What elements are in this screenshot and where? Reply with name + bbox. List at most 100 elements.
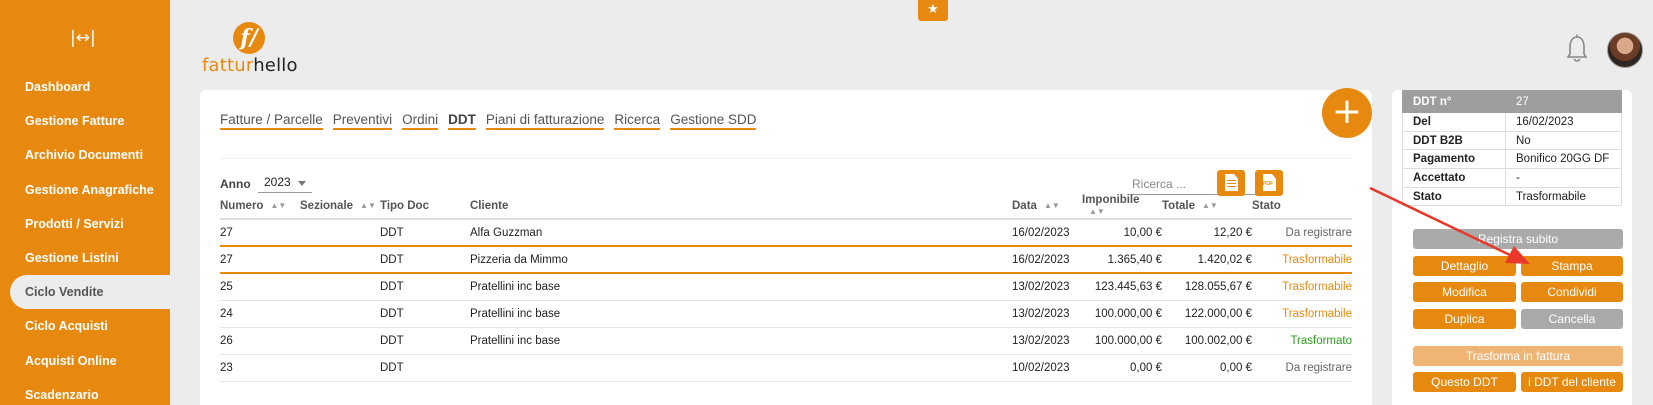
table-row[interactable]: 25 DDT Pratellini inc base 13/02/2023 12…: [220, 273, 1352, 301]
table-row[interactable]: 23 DDT 10/02/2023 0,00 € 0,00 € Da regis…: [220, 354, 1352, 382]
cell-sezionale: [300, 300, 380, 328]
dettaglio-button[interactable]: Dettaglio: [1413, 256, 1516, 276]
doc-tabs: Fatture / Parcelle Preventivi Ordini DDT…: [220, 112, 766, 130]
tab-ordini[interactable]: Ordini: [402, 112, 439, 130]
table-row[interactable]: 27 DDT Alfa Guzzman 16/02/2023 10,00 € 1…: [220, 219, 1352, 247]
sidebar-item-ciclo-vendite[interactable]: Ciclo Vendite: [10, 275, 170, 310]
cell-sezionale: [300, 327, 380, 355]
tab-piani-fatturazione[interactable]: Piani di fatturazione: [485, 112, 605, 130]
sidebar-item-archivio-documenti[interactable]: Archivio Documenti: [0, 138, 170, 172]
cell-numero: 26: [220, 327, 300, 355]
tab-fatture-parcelle[interactable]: Fatture / Parcelle: [220, 112, 323, 130]
ddt-table: Numero ▲▼ Sezionale ▲▼ Tipo Doc Cliente Da…: [220, 194, 1352, 382]
sort-icon: ▲▼: [270, 201, 287, 211]
questo-ddt-button[interactable]: Questo DDT: [1413, 372, 1516, 392]
col-imponibile-label: Imponibile: [1082, 194, 1140, 206]
cell-tipo: DDT: [380, 300, 470, 328]
detail-row: Pagamento Bonifico 20GG DF: [1402, 149, 1622, 170]
cell-cliente: [470, 354, 1012, 382]
detail-key: DDT n°: [1402, 90, 1506, 113]
brand-name-part-b: hello: [253, 55, 298, 76]
cell-totale: 100.002,00 €: [1162, 327, 1252, 355]
export-spreadsheet-button[interactable]: [1217, 170, 1245, 196]
notification-bell-icon[interactable]: [1566, 34, 1588, 64]
cell-totale: 12,20 €: [1162, 219, 1252, 247]
table-row-selected[interactable]: 27 DDT Pizzeria da Mimmo 16/02/2023 1.36…: [220, 245, 1352, 274]
cell-totale: 0,00 €: [1162, 354, 1252, 382]
pdf-icon-label: PDF: [1263, 181, 1273, 187]
modifica-button[interactable]: Modifica: [1413, 282, 1516, 302]
col-totale[interactable]: Totale ▲▼: [1162, 194, 1252, 220]
sidebar-item-acquisti-online[interactable]: Acquisti Online: [0, 344, 170, 378]
tab-ricerca[interactable]: Ricerca: [614, 112, 661, 130]
cell-tipo: DDT: [380, 273, 470, 301]
cell-tipo: DDT: [380, 354, 470, 382]
cell-totale: 122.000,00 €: [1162, 300, 1252, 328]
cell-imponibile: 0,00 €: [1082, 354, 1162, 382]
stampa-button[interactable]: Stampa: [1521, 256, 1623, 276]
chevron-down-icon: [298, 181, 306, 186]
detail-key: Stato: [1402, 186, 1506, 207]
detail-panel: DDT n° 27 Del 16/02/2023 DDT B2B No Pagamen…: [1392, 90, 1632, 405]
trasforma-in-fattura-button[interactable]: Trasforma in fattura: [1413, 346, 1623, 366]
condividi-button[interactable]: Condividi: [1521, 282, 1623, 302]
detail-key: Accettato: [1402, 168, 1506, 188]
cell-imponibile: 100.000,00 €: [1082, 300, 1162, 328]
anno-label: Anno: [220, 177, 251, 191]
cell-numero: 25: [220, 273, 300, 301]
detail-row: Accettato -: [1402, 168, 1622, 188]
sidebar-item-ciclo-acquisti[interactable]: Ciclo Acquisti: [0, 309, 170, 343]
table-row[interactable]: 26 DDT Pratellini inc base 13/02/2023 10…: [220, 327, 1352, 355]
cell-imponibile: 123.445,63 €: [1082, 273, 1162, 301]
sidebar-item-dashboard[interactable]: Dashboard: [0, 70, 170, 104]
detail-key: DDT B2B: [1402, 130, 1506, 151]
user-avatar[interactable]: [1607, 32, 1643, 68]
cell-sezionale: [300, 273, 380, 301]
search-input[interactable]: [1130, 173, 1272, 195]
collapse-sidebar-icon[interactable]: |↔|: [70, 28, 96, 48]
cell-stato: Trasformabile: [1252, 245, 1352, 274]
cell-totale: 1.420,02 €: [1162, 245, 1252, 274]
sidebar-item-prodotti-servizi[interactable]: Prodotti / Servizi: [0, 207, 170, 241]
sort-icon: ▲▼: [1089, 207, 1105, 217]
sidebar-item-gestione-listini[interactable]: Gestione Listini: [0, 241, 170, 275]
tab-preventivi[interactable]: Preventivi: [332, 112, 393, 130]
cell-imponibile: 10,00 €: [1082, 219, 1162, 247]
favorite-star-icon[interactable]: ★: [918, 0, 948, 21]
cell-sezionale: [300, 354, 380, 382]
main-card: Fatture / Parcelle Preventivi Ordini DDT…: [200, 88, 1372, 405]
cell-tipo: DDT: [380, 219, 470, 247]
ddt-del-cliente-button[interactable]: i DDT del cliente: [1521, 372, 1623, 392]
export-pdf-button[interactable]: PDF: [1255, 170, 1283, 196]
cell-data: 13/02/2023: [1012, 300, 1082, 328]
table-row[interactable]: 24 DDT Pratellini inc base 13/02/2023 10…: [220, 300, 1352, 328]
cell-data: 13/02/2023: [1012, 327, 1082, 355]
sort-icon: ▲▼: [1202, 201, 1218, 211]
detail-value: Bonifico 20GG DF: [1505, 149, 1622, 170]
duplica-button[interactable]: Duplica: [1413, 309, 1516, 329]
cell-numero: 23: [220, 354, 300, 382]
sidebar-item-scadenzario[interactable]: Scadenzario: [0, 378, 170, 405]
col-cliente: Cliente: [470, 194, 1012, 220]
col-imponibile[interactable]: Imponibile▲▼: [1082, 194, 1162, 220]
sidebar-item-gestione-fatture[interactable]: Gestione Fatture: [0, 104, 170, 138]
sidebar-item-gestione-anagrafiche[interactable]: Gestione Anagrafiche: [0, 173, 170, 207]
cell-cliente: Alfa Guzzman: [470, 219, 1012, 247]
registra-subito-button[interactable]: Registra subito: [1413, 229, 1623, 249]
sidebar: |↔| Dashboard Gestione Fatture Archivio …: [0, 0, 170, 405]
cell-data: 10/02/2023: [1012, 354, 1082, 382]
add-document-button[interactable]: +: [1322, 88, 1372, 138]
col-numero[interactable]: Numero ▲▼: [220, 194, 300, 220]
cell-stato: Trasformato: [1252, 327, 1352, 355]
tab-ddt[interactable]: DDT: [448, 112, 476, 130]
cancella-button[interactable]: Cancella: [1521, 309, 1623, 329]
anno-select[interactable]: 2023: [258, 173, 312, 193]
cell-data: 16/02/2023: [1012, 245, 1082, 274]
sort-icon: ▲▼: [360, 201, 376, 211]
table-header-row: Numero ▲▼ Sezionale ▲▼ Tipo Doc Cliente Da…: [220, 194, 1352, 220]
col-data[interactable]: Data ▲▼: [1012, 194, 1082, 220]
cell-numero: 27: [220, 245, 300, 274]
detail-value: No: [1505, 130, 1622, 151]
col-sezionale[interactable]: Sezionale ▲▼: [300, 194, 380, 220]
tab-gestione-sdd[interactable]: Gestione SDD: [670, 112, 757, 130]
